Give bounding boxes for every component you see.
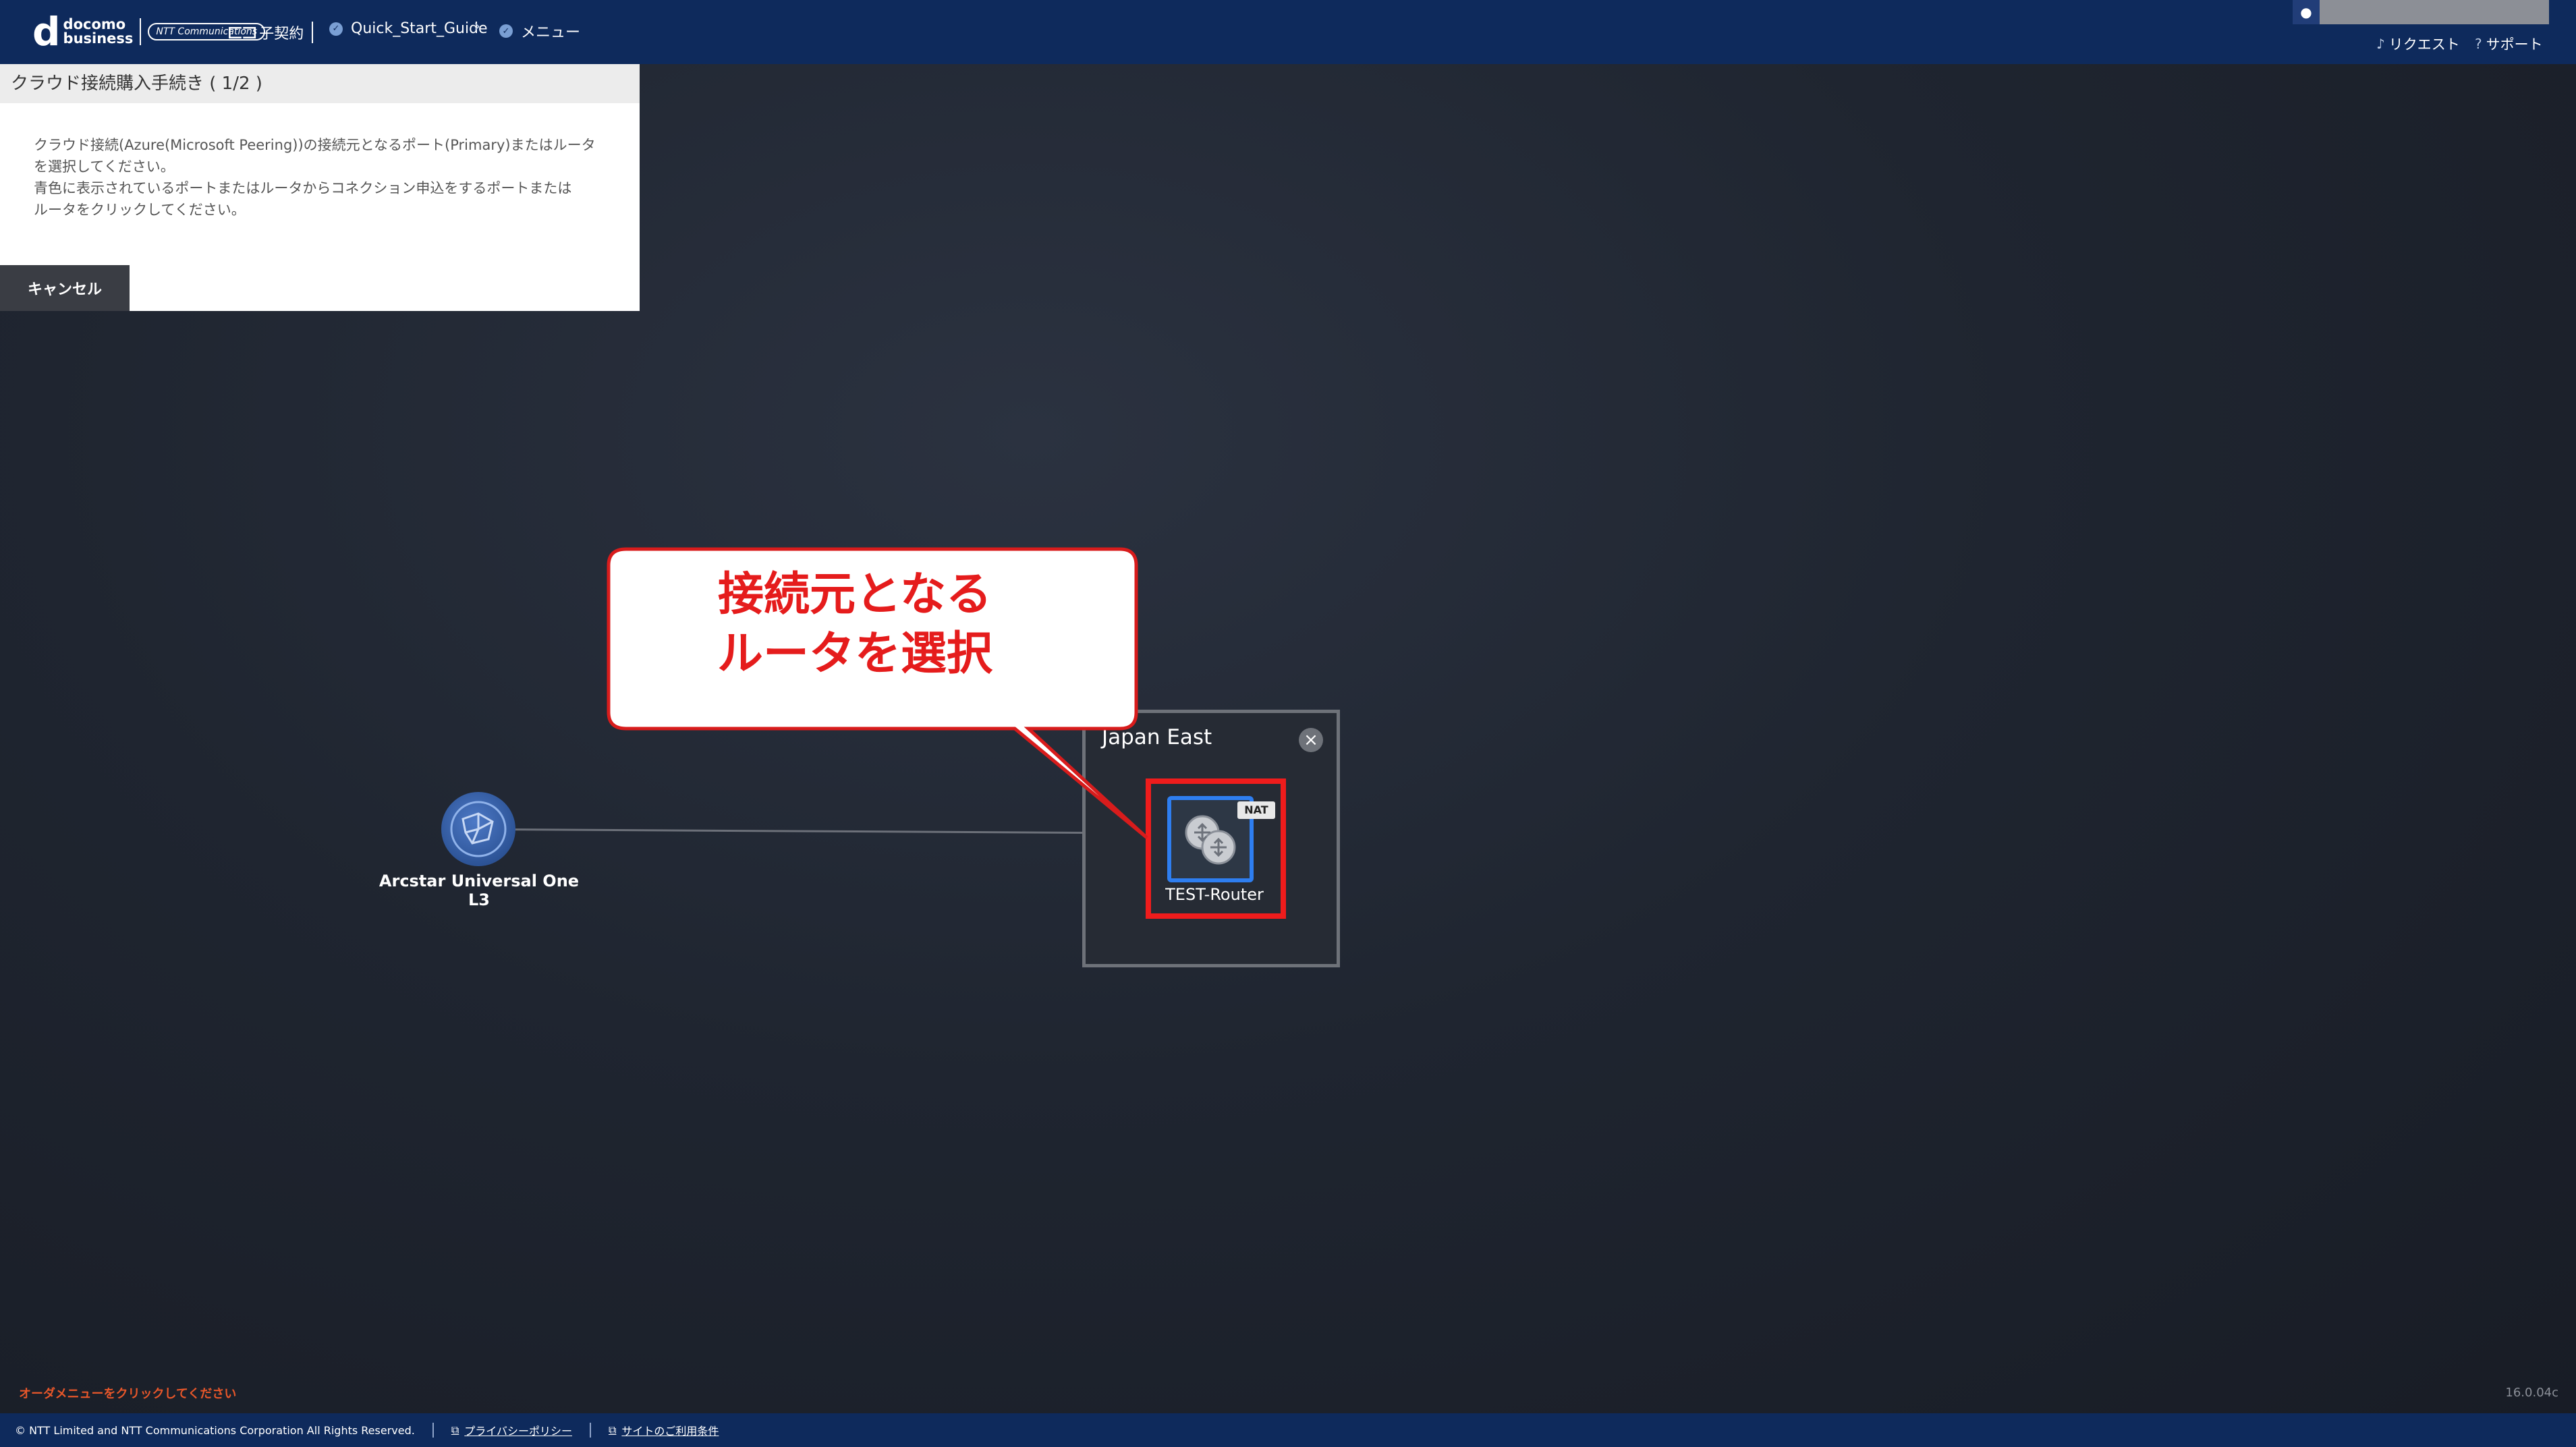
instruction-line: クラウド接続(Azure(Microsoft Peering))の接続元となるポ… [34, 137, 596, 153]
external-link-icon: ⧉ [608, 1423, 617, 1436]
question-icon: ? [2475, 36, 2482, 52]
privacy-label: プライバシーポリシー [464, 1425, 572, 1438]
globe-network-icon[interactable] [441, 792, 515, 866]
user-name-redacted [2320, 0, 2549, 24]
user-account[interactable]: ● [2293, 0, 2549, 24]
router-icon [1185, 815, 1236, 865]
check-circle-icon: ✓ [329, 22, 343, 36]
nav-divider [312, 22, 313, 43]
check-circle-icon: ✓ [499, 24, 513, 38]
terms-label: サイトのご利用条件 [621, 1425, 719, 1438]
logo-line1: docomo [63, 16, 126, 32]
callout-line: 接続元となる [718, 568, 992, 621]
user-icon: ● [2293, 0, 2320, 24]
instruction-line: 青色に表示されているポートまたはルータからコネクション申込をするポートまたは [34, 180, 572, 196]
footer: © NTT Limited and NTT Communications Cor… [0, 1413, 2576, 1447]
logo-mark: d [32, 9, 61, 55]
footer-divider [432, 1423, 434, 1438]
purchase-procedure-panel: クラウド接続購入手続き ( 1/2 ) クラウド接続(Azure(Microso… [0, 64, 640, 311]
logo-divider [140, 18, 142, 45]
logo-text: docomo business [63, 18, 134, 46]
router-label: TEST-Router [1165, 885, 1264, 904]
callout-text: 接続元となる ルータを選択 [615, 565, 1094, 684]
child-contract-link[interactable]: ⊏⊐ 子契約 [227, 20, 304, 44]
breadcrumb-label: Quick_Start_Guide [351, 20, 488, 37]
breadcrumb-separator: › [474, 16, 480, 36]
nat-badge: NAT [1237, 801, 1275, 819]
tree-icon: ⊏⊐ [227, 20, 258, 44]
support-link[interactable]: ? サポート [2475, 34, 2543, 54]
copyright: © NTT Limited and NTT Communications Cor… [15, 1423, 415, 1437]
request-label: リクエスト [2388, 36, 2460, 53]
request-link[interactable]: ♪ リクエスト [2376, 34, 2460, 54]
chevron-right-icon: › [474, 16, 481, 36]
network-label: Arcstar Universal One L3 [379, 872, 580, 909]
cancel-button[interactable]: キャンセル [0, 265, 130, 311]
breadcrumb-label: メニュー [521, 24, 581, 41]
instruction-line: ルータをクリックしてください。 [34, 202, 246, 218]
external-link-icon: ⧉ [451, 1423, 459, 1436]
child-contract-label: 子契約 [259, 25, 304, 42]
privacy-policy-link[interactable]: ⧉ プライバシーポリシー [451, 1422, 572, 1438]
panel-instructions: クラウド接続(Azure(Microsoft Peering))の接続元となるポ… [0, 103, 614, 221]
version-label: 16.0.04c [2505, 1386, 2558, 1400]
bell-icon: ♪ [2376, 36, 2385, 52]
panel-title: クラウド接続購入手続き ( 1/2 ) [0, 64, 640, 103]
logo-line2: business [63, 30, 134, 47]
instruction-line: を選択してください。 [34, 159, 175, 175]
close-icon[interactable]: × [1299, 728, 1323, 752]
order-menu-hint: オーダメニューをクリックしてください [19, 1387, 237, 1401]
callout-line: ルータを選択 [717, 627, 992, 681]
support-label: サポート [2486, 36, 2543, 53]
footer-divider [589, 1423, 591, 1438]
terms-link[interactable]: ⧉ サイトのご利用条件 [609, 1422, 719, 1438]
breadcrumb-quick-start[interactable]: ✓ Quick_Start_Guide [329, 20, 488, 37]
breadcrumb-menu[interactable]: ✓ メニュー [499, 20, 580, 42]
top-header: d docomo business NTT Communications ⊏⊐ … [0, 0, 2576, 64]
